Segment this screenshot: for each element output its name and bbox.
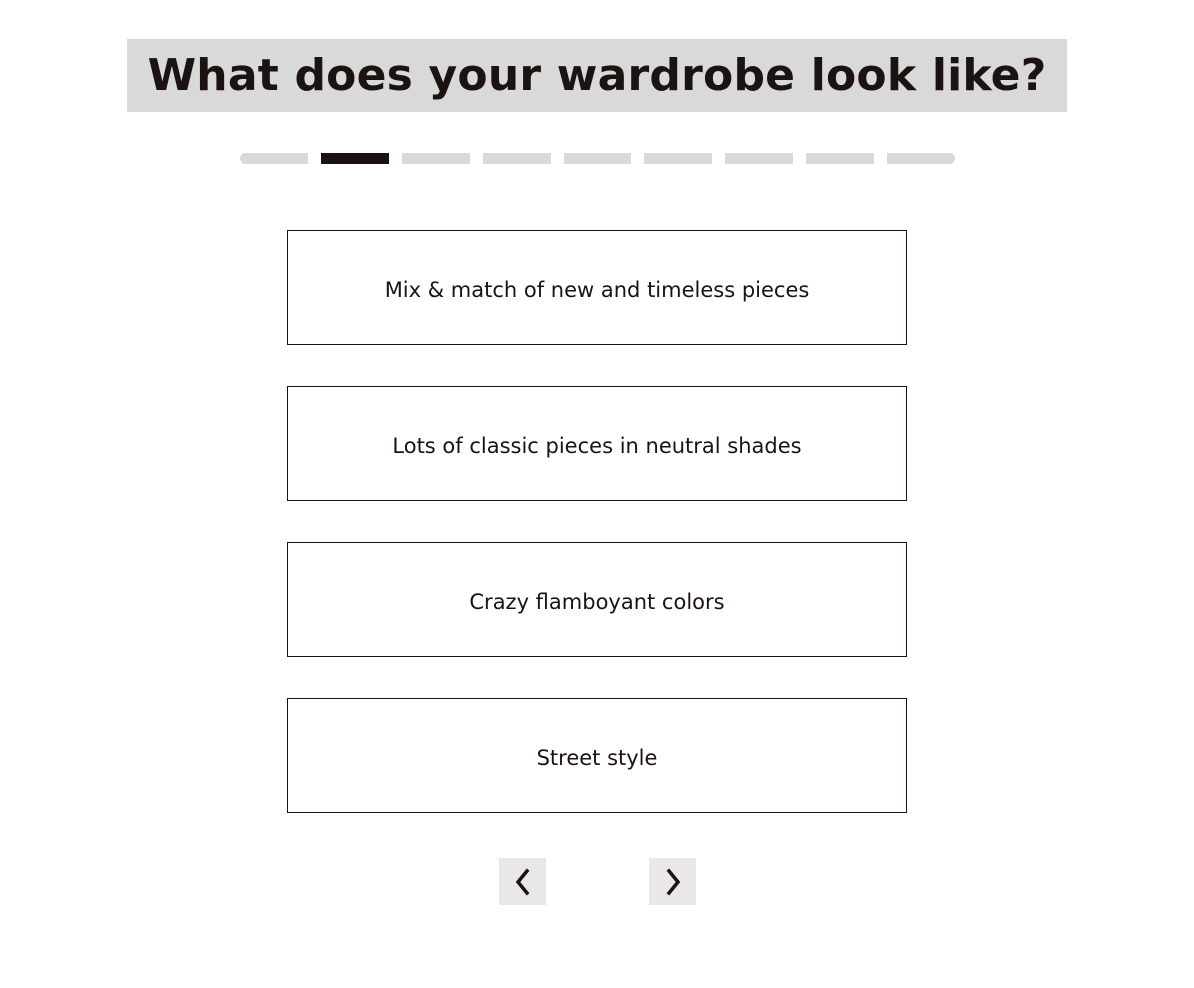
chevron-right-icon [666, 868, 680, 895]
progress-step [240, 153, 308, 164]
progress-step [806, 153, 875, 164]
progress-bar [240, 153, 956, 164]
progress-step [887, 153, 956, 164]
previous-button[interactable] [499, 858, 546, 905]
page-title: What does your wardrobe look like? [147, 49, 1047, 101]
option-classic-neutral[interactable]: Lots of classic pieces in neutral shades [287, 386, 907, 501]
option-label: Crazy flamboyant colors [469, 589, 725, 614]
option-mix-and-match[interactable]: Mix & match of new and timeless pieces [287, 230, 907, 345]
title-banner: What does your wardrobe look like? [127, 39, 1067, 112]
progress-step [644, 153, 713, 164]
option-label: Mix & match of new and timeless pieces [384, 277, 810, 302]
option-street-style[interactable]: Street style [287, 698, 907, 813]
chevron-left-icon [515, 868, 529, 895]
option-flamboyant-colors[interactable]: Crazy flamboyant colors [287, 542, 907, 657]
next-button[interactable] [649, 858, 696, 905]
progress-step [725, 153, 794, 164]
progress-step [563, 153, 632, 164]
option-label: Street style [536, 745, 658, 770]
progress-step [320, 153, 389, 164]
option-label: Lots of classic pieces in neutral shades [392, 433, 802, 458]
progress-step [482, 153, 551, 164]
progress-step [401, 153, 470, 164]
options-list: Mix & match of new and timeless pieces L… [287, 230, 907, 854]
